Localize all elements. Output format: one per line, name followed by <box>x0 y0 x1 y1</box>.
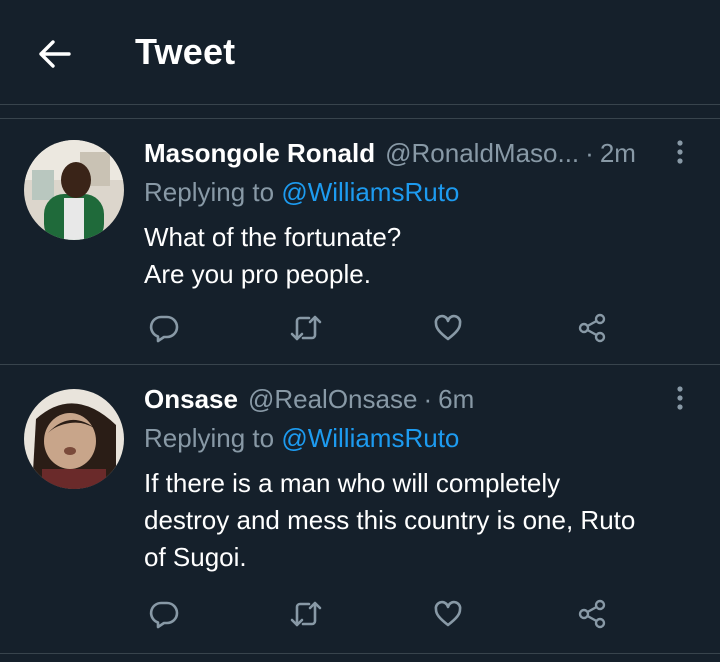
back-button[interactable] <box>34 34 74 74</box>
retweet-button[interactable] <box>286 594 326 634</box>
like-button[interactable] <box>428 594 468 634</box>
mention-link[interactable]: @WilliamsRuto <box>281 177 459 207</box>
reply-icon <box>149 315 179 343</box>
separator: · <box>585 138 594 168</box>
tweet-text-line: destroy and mess this country is one, Ru… <box>144 505 636 535</box>
user-handle[interactable]: @RealOnsase <box>248 384 417 415</box>
like-button[interactable] <box>428 308 468 348</box>
action-bar <box>144 308 620 348</box>
retweet-button[interactable] <box>286 308 326 348</box>
replying-prefix: Replying to <box>144 177 282 207</box>
tweet-text-line: of Sugoi. <box>144 542 247 572</box>
reply-button[interactable] <box>144 308 184 348</box>
tweet-meta: Onsase @RealOnsase · 6m <box>144 384 660 418</box>
back-arrow-icon <box>39 40 71 68</box>
share-button[interactable] <box>572 308 612 348</box>
replying-to: Replying to @WilliamsRuto <box>144 423 459 454</box>
avatar[interactable] <box>24 140 124 240</box>
separator: · <box>423 384 433 414</box>
page-title: Tweet <box>135 31 236 72</box>
top-bar: Tweet <box>0 0 720 105</box>
tweet[interactable]: Masongole Ronald @RonaldMaso... · 2m Rep… <box>0 119 720 365</box>
share-button[interactable] <box>572 594 612 634</box>
user-handle[interactable]: @RonaldMaso... <box>385 138 579 169</box>
mention-link[interactable]: @WilliamsRuto <box>281 423 459 453</box>
tweet-text-line: Are you pro people. <box>144 259 371 289</box>
reply-icon <box>149 601 179 629</box>
like-icon <box>434 600 462 627</box>
tweet[interactable]: Onsase @RealOnsase · 6m Replying to @Wil… <box>0 365 720 654</box>
replying-to: Replying to @WilliamsRuto <box>144 177 459 208</box>
more-vertical-icon <box>677 140 683 164</box>
tweet-text: If there is a man who will completely de… <box>144 465 704 576</box>
tweet-text-line: If there is a man who will completely <box>144 468 561 498</box>
tweet-meta: Masongole Ronald @RonaldMaso... · 2m <box>144 138 660 172</box>
divider <box>0 105 720 119</box>
replying-prefix: Replying to <box>144 423 282 453</box>
tweet-text-line: What of the fortunate? <box>144 222 402 252</box>
action-bar <box>144 594 620 634</box>
timestamp[interactable]: 2m <box>600 138 636 169</box>
reply-button[interactable] <box>144 594 184 634</box>
more-button[interactable] <box>670 383 690 415</box>
retweet-icon <box>290 315 322 341</box>
more-vertical-icon <box>677 386 683 410</box>
display-name[interactable]: Masongole Ronald <box>144 138 375 169</box>
timestamp[interactable]: 6m <box>438 384 474 415</box>
avatar[interactable] <box>24 389 124 489</box>
like-icon <box>434 314 462 341</box>
share-icon <box>578 313 606 343</box>
more-button[interactable] <box>670 137 690 169</box>
share-icon <box>578 599 606 629</box>
retweet-icon <box>290 601 322 627</box>
tweet-text: What of the fortunate? Are you pro peopl… <box>144 219 704 293</box>
display-name[interactable]: Onsase <box>144 384 238 415</box>
